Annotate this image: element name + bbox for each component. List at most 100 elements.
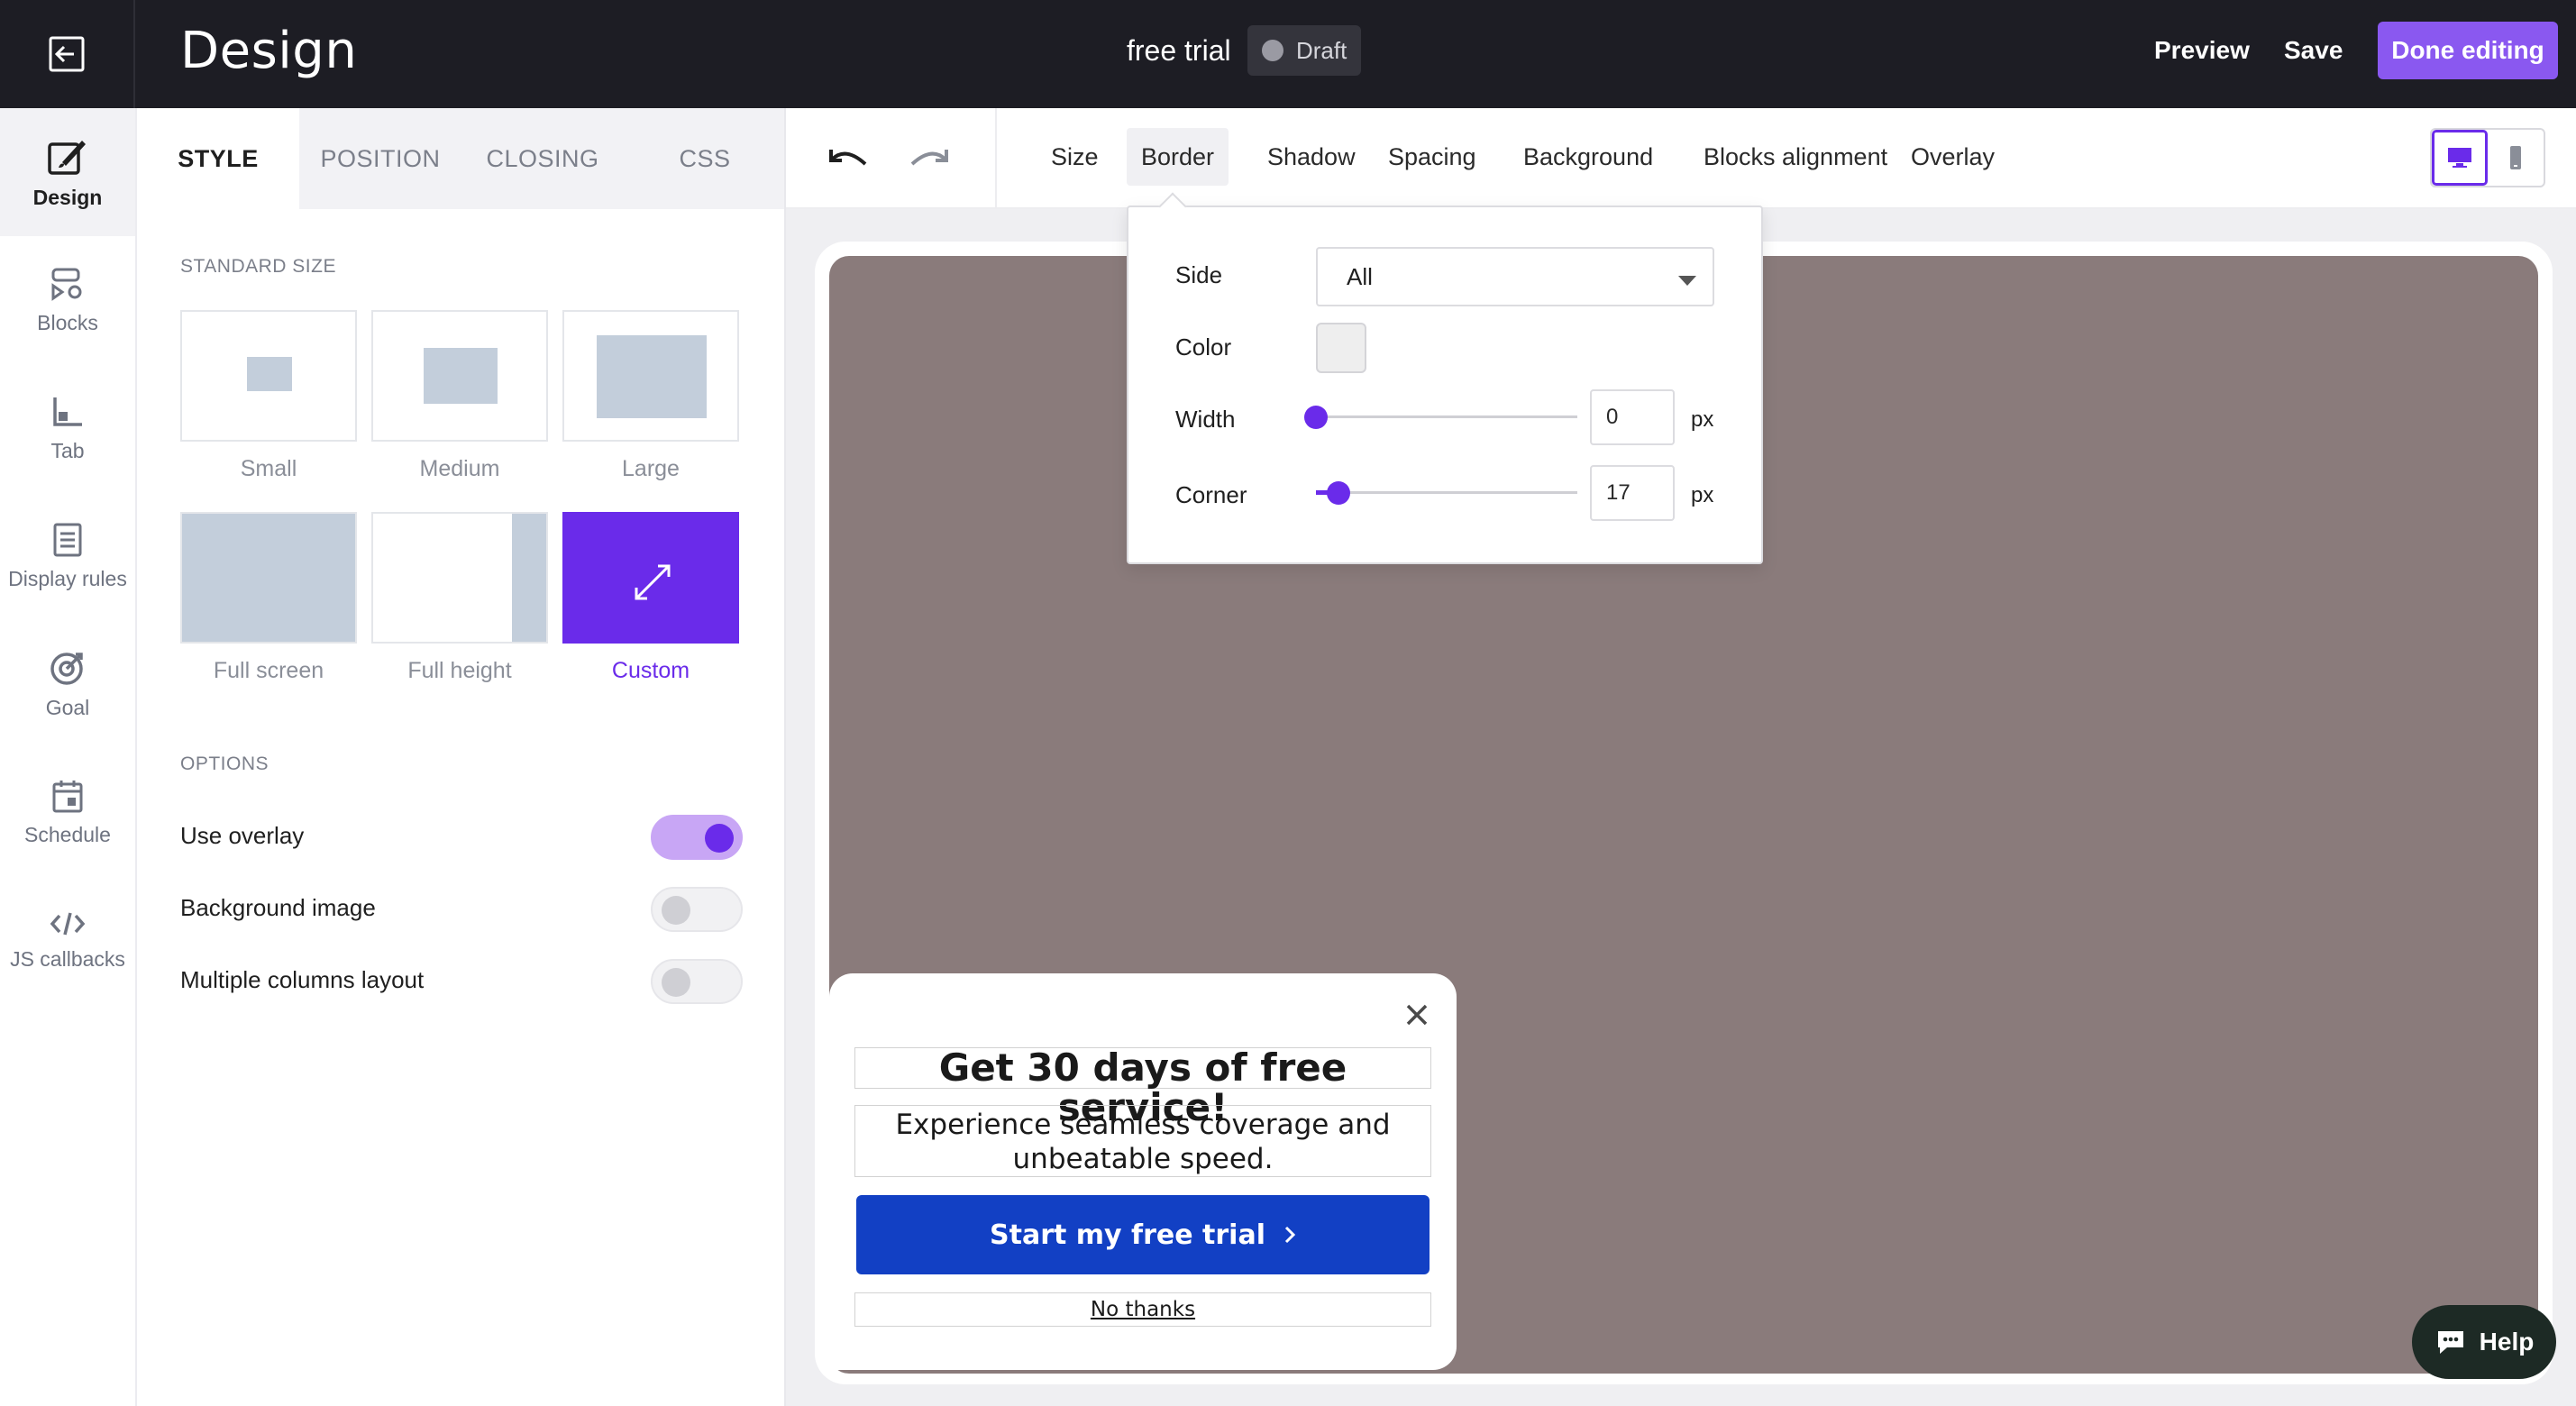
mobile-view-button[interactable] [2488,130,2544,186]
size-preview-shape [247,357,292,391]
done-editing-button[interactable]: Done editing [2378,22,2558,79]
redo-icon [910,150,948,166]
toolbar-item-background[interactable]: Background [1509,128,1667,186]
help-button[interactable]: Help [2412,1305,2556,1379]
schedule-icon [52,780,83,812]
corner-unit: px [1691,483,1714,507]
popup-subtitle[interactable]: Experience seamless coverage and unbeata… [854,1105,1431,1177]
color-label: Color [1175,333,1232,361]
size-option-label: Large [622,456,680,481]
panel-tabs: STYLE POSITION CLOSING CSS [137,108,784,209]
campaign-name[interactable]: free trial [1127,34,1231,68]
toolbar-item-border[interactable]: Border [1127,128,1229,186]
border-settings-dropdown: Side All Color Width px Corner px [1127,192,1763,564]
sidebar-item-blocks[interactable]: Blocks [0,236,135,364]
resize-arrows-icon [635,564,671,600]
chevron-right-icon [1284,1226,1296,1244]
sidebar-item-schedule[interactable]: Schedule [0,748,135,876]
size-option-label: Full height [407,658,512,683]
option-label: Multiple columns layout [180,966,425,993]
size-option-medium[interactable] [371,310,548,442]
code-icon [50,912,86,935]
redo-button[interactable] [907,135,952,180]
help-label: Help [2479,1328,2535,1356]
toolbar-item-blocks-alignment[interactable]: Blocks alignment [1689,128,1902,186]
tab-css[interactable]: CSS [624,108,786,209]
top-bar: Design free trial Draft Preview Save Don… [0,0,2576,108]
width-input[interactable] [1590,389,1675,445]
width-label: Width [1175,406,1236,433]
dismiss-label: No thanks [1090,1298,1196,1321]
size-option-custom[interactable] [562,512,739,644]
sidebar-item-label: Display rules [8,566,127,590]
slider-thumb[interactable] [1327,481,1350,505]
side-select[interactable]: All [1316,247,1714,306]
mobile-icon [2510,146,2522,169]
start-trial-button[interactable]: Start my free trial [856,1195,1430,1274]
undo-icon [829,150,867,166]
option-label: Background image [180,894,376,921]
cta-label: Start my free trial [990,1219,1265,1251]
size-preview-shape [597,335,707,418]
sidebar-item-goal[interactable]: Goal [0,620,135,748]
no-thanks-link[interactable]: No thanks [854,1292,1431,1327]
use-overlay-toggle[interactable] [651,815,743,860]
goal-icon [50,652,83,685]
size-option-label: Full screen [213,658,324,683]
status-dot-icon [1262,40,1283,61]
blocks-icon [51,268,82,301]
sidebar-item-label: Design [32,185,103,209]
width-slider[interactable] [1304,404,1577,431]
standard-size-heading: STANDARD SIZE [180,256,336,277]
option-label: Use overlay [180,822,305,849]
tab-closing[interactable]: CLOSING [461,108,624,209]
side-label: Side [1175,261,1223,288]
editor-toolbar: Size Border Shadow Spacing Background Bl… [786,108,2576,209]
design-icon [48,140,86,175]
tab-icon [53,397,82,426]
multiple-columns-toggle[interactable] [651,959,743,1004]
sidebar-item-tab[interactable]: Tab [0,364,135,492]
exit-button[interactable] [0,0,135,108]
size-option-large[interactable] [562,310,739,442]
border-color-swatch[interactable] [1316,323,1366,373]
toolbar-item-shadow[interactable]: Shadow [1253,128,1370,186]
popup-close-button[interactable] [1399,997,1435,1033]
tab-position[interactable]: POSITION [299,108,461,209]
size-option-small[interactable] [180,310,357,442]
width-unit: px [1691,407,1714,432]
page-title: Design [180,22,358,80]
chevron-down-icon [1678,276,1696,286]
popup-preview[interactable]: Get 30 days of free service! Experience … [829,973,1457,1370]
size-option-label: Medium [419,456,500,481]
slider-track [1316,491,1577,494]
sidebar-item-display-rules[interactable]: Display rules [0,492,135,620]
side-value: All [1347,262,1373,290]
size-option-full-screen[interactable] [180,512,357,644]
save-button[interactable]: Save [2284,36,2343,65]
size-preview-shape [182,514,355,642]
size-option-full-height[interactable] [371,512,548,644]
toggle-knob [662,968,690,997]
exit-icon [49,36,85,72]
tab-style[interactable]: STYLE [137,108,299,209]
corner-input[interactable] [1590,465,1675,521]
desktop-view-button[interactable] [2432,130,2489,186]
size-preview-shape [512,514,546,642]
sidebar-item-js-callbacks[interactable]: JS callbacks [0,876,135,1004]
toolbar-item-size[interactable]: Size [1037,128,1113,186]
toolbar-item-overlay[interactable]: Overlay [1896,128,2009,186]
corner-slider[interactable] [1316,479,1577,507]
undo-button[interactable] [826,135,871,180]
toggle-knob [662,896,690,925]
sidebar-item-design[interactable]: Design [0,108,135,236]
background-image-toggle[interactable] [651,887,743,932]
sidebar-item-label: Tab [50,438,85,462]
toolbar-item-spacing[interactable]: Spacing [1374,128,1491,186]
popup-title[interactable]: Get 30 days of free service! [854,1047,1431,1128]
corner-label: Corner [1175,481,1247,508]
slider-thumb[interactable] [1304,406,1328,429]
sidebar: Design Blocks Tab Display rules Goal Sch… [0,108,137,1406]
preview-button[interactable]: Preview [2154,36,2250,65]
options-heading: OPTIONS [180,753,269,774]
